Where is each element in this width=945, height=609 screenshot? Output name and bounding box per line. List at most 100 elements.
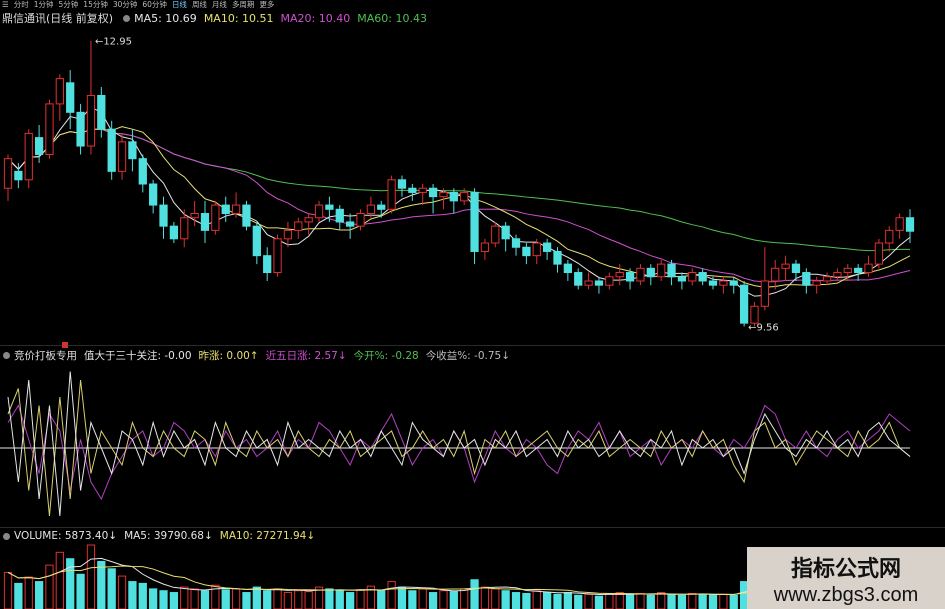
candle-body xyxy=(470,191,479,252)
volume-bar xyxy=(563,592,572,609)
candle-body xyxy=(211,204,220,231)
candle-body xyxy=(574,272,583,286)
volume-bar xyxy=(698,593,707,609)
candle-body xyxy=(864,263,873,274)
volume-bar xyxy=(449,591,458,609)
volume-bar xyxy=(491,588,500,609)
volume-bar xyxy=(3,571,13,609)
candle-body xyxy=(542,242,552,252)
volume-bar xyxy=(45,564,54,609)
volume-bar xyxy=(200,590,210,609)
volume-bar xyxy=(159,590,168,609)
candle-body xyxy=(273,238,282,274)
candle-body xyxy=(802,272,811,286)
volume-bar xyxy=(729,594,738,609)
candle-body xyxy=(522,246,531,257)
candle-body xyxy=(822,276,832,282)
ma5-line xyxy=(7,106,911,297)
high-price-label: ←12.95 xyxy=(95,37,132,48)
chart-canvas: ←12.95 ←9.56 xyxy=(0,37,915,609)
candle-body xyxy=(86,94,96,147)
volume-bar xyxy=(128,581,137,609)
volume-bar xyxy=(138,582,147,609)
candle-body xyxy=(905,217,915,232)
volume-bar xyxy=(657,592,666,609)
volume-bar xyxy=(24,576,33,609)
volume-bar xyxy=(107,568,116,609)
candle-body xyxy=(14,170,23,181)
volume-bar xyxy=(252,586,261,609)
volume-bar xyxy=(117,575,127,609)
volume-bar xyxy=(418,588,427,609)
candle-body xyxy=(480,242,490,252)
volume-bar xyxy=(304,591,313,609)
candle-body xyxy=(615,272,624,278)
candle-body xyxy=(397,179,407,189)
candle-body xyxy=(325,204,334,210)
volume-bar xyxy=(283,592,293,609)
volume-bar xyxy=(346,592,355,609)
candle-body xyxy=(252,225,261,257)
volume-bar xyxy=(646,594,655,609)
volume-bar xyxy=(397,586,407,609)
volume-bar xyxy=(594,595,604,609)
volume-bar xyxy=(34,581,44,609)
candle-body xyxy=(335,208,344,223)
volume-bar xyxy=(221,589,230,609)
candle-body xyxy=(584,280,593,286)
candle-body xyxy=(76,111,85,147)
candle-body xyxy=(750,305,759,324)
volume-bar xyxy=(66,558,75,609)
candle-body xyxy=(843,267,852,274)
candle-body xyxy=(408,187,417,193)
volume-bar xyxy=(460,588,469,609)
candle-body xyxy=(294,221,303,231)
candle-body xyxy=(833,272,842,278)
candle-body xyxy=(729,280,738,286)
volume-bar xyxy=(190,588,199,609)
volume-bar xyxy=(180,586,189,609)
volume-bar xyxy=(273,588,282,609)
candle-body xyxy=(66,82,75,113)
candle-body xyxy=(553,250,562,265)
volume-bar xyxy=(667,593,676,609)
volume-bar xyxy=(377,590,386,609)
volume-bar xyxy=(501,590,510,609)
candle-body xyxy=(200,213,210,231)
candle-body xyxy=(563,263,572,274)
candle-body xyxy=(739,284,749,324)
volume-bar xyxy=(231,588,241,609)
volume-bar xyxy=(325,588,334,609)
candle-body xyxy=(418,187,427,193)
candle-body xyxy=(439,191,448,198)
candle-body xyxy=(646,267,655,278)
volume-bar xyxy=(428,592,438,609)
volume-bar xyxy=(480,586,490,609)
candle-body xyxy=(24,132,33,181)
watermark-url: www.zbgs3.com xyxy=(773,584,919,606)
candle-body xyxy=(895,217,904,231)
volume-bar xyxy=(86,544,96,609)
candle-body xyxy=(449,191,458,202)
ma10-line xyxy=(7,126,911,288)
candle-body xyxy=(304,217,313,223)
volume-bar xyxy=(439,590,448,609)
candle-body xyxy=(781,263,790,269)
candle-body xyxy=(231,204,241,215)
ma20-line xyxy=(7,128,911,283)
volume-bar xyxy=(625,593,635,609)
volume-bar xyxy=(677,594,687,609)
candle-body xyxy=(460,191,469,202)
candle-body xyxy=(55,78,64,105)
candle-body xyxy=(625,272,635,282)
candle-body xyxy=(532,242,541,257)
volume-bar xyxy=(97,560,106,609)
volume-bar xyxy=(522,592,531,609)
volume-bar xyxy=(688,592,697,609)
candle-body xyxy=(594,280,604,286)
volume-bar xyxy=(76,573,85,609)
watermark: 指标公式网 www.zbgs3.com xyxy=(747,547,945,609)
candle-body xyxy=(138,158,147,185)
candle-body xyxy=(149,183,158,206)
volume-bar xyxy=(408,590,417,609)
